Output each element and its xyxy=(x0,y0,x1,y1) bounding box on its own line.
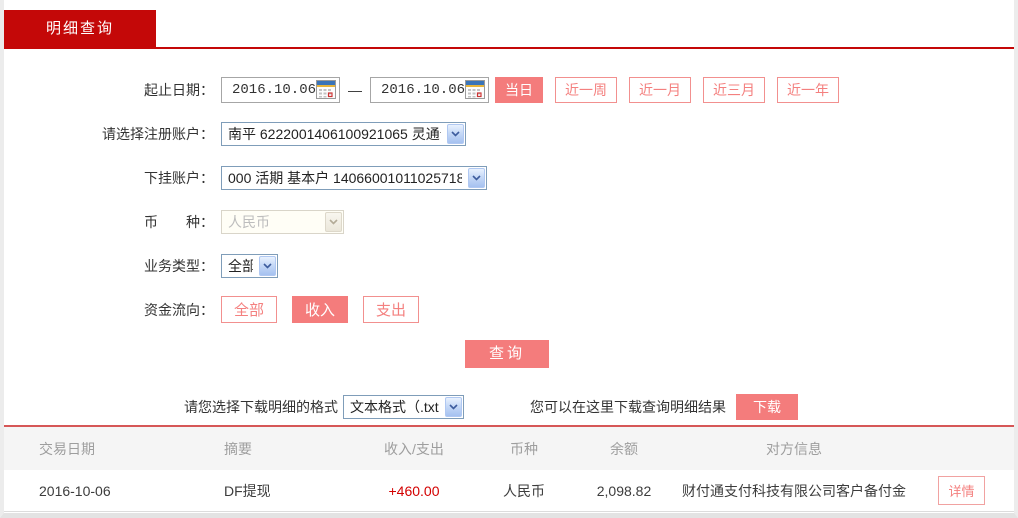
end-date-value: 2016.10.06 xyxy=(381,82,465,98)
sub-account-value: 000 活期 基本户 1406600101102571848 xyxy=(228,168,462,188)
query-form: 起止日期： 2016.10.06 — 2016.10.06 xyxy=(4,49,1014,420)
business-type-row: 业务类型： 全部 xyxy=(4,252,1014,279)
cell-currency: 人民币 xyxy=(479,481,569,501)
download-row: 请您选择下载明细的格式 文本格式（.txt） 您可以在这里下载查询明细结果 下载 xyxy=(4,394,1014,420)
quick-range-year-button[interactable]: 近一年 xyxy=(777,77,839,103)
header-summary: 摘要 xyxy=(189,439,349,459)
header-counterparty: 对方信息 xyxy=(679,439,909,459)
register-account-value: 南平 6222001406100921065 灵通卡 xyxy=(228,124,441,144)
sub-account-select[interactable]: 000 活期 基本户 1406600101102571848 xyxy=(221,166,487,190)
currency-label: 币 种： xyxy=(4,212,214,232)
quick-range-week-button[interactable]: 近一周 xyxy=(555,77,617,103)
start-date-value: 2016.10.06 xyxy=(232,82,316,98)
header-currency: 币种 xyxy=(479,439,569,459)
cell-date: 2016-10-06 xyxy=(4,483,189,499)
tab-bar: 明细查询 xyxy=(4,10,1014,47)
header-balance: 余额 xyxy=(569,439,679,459)
cell-action: 详情 xyxy=(909,476,1014,505)
currency-value: 人民币 xyxy=(228,212,319,232)
business-type-select[interactable]: 全部 xyxy=(221,254,278,278)
fund-flow-all-button[interactable]: 全部 xyxy=(221,296,277,323)
calendar-icon[interactable] xyxy=(316,80,336,99)
date-range-row: 起止日期： 2016.10.06 — 2016.10.06 xyxy=(4,76,1014,103)
chevron-down-icon[interactable] xyxy=(468,168,485,188)
header-amount: 收入/支出 xyxy=(349,439,479,459)
chevron-down-icon[interactable] xyxy=(447,124,464,144)
query-button[interactable]: 查询 xyxy=(465,340,549,368)
end-date-input[interactable]: 2016.10.06 xyxy=(370,77,489,103)
register-account-label: 请选择注册账户： xyxy=(4,124,214,144)
chevron-down-icon[interactable] xyxy=(445,397,462,417)
business-type-label: 业务类型： xyxy=(4,256,214,276)
date-range-label: 起止日期： xyxy=(4,80,214,100)
chevron-down-icon[interactable] xyxy=(259,256,276,276)
register-account-select[interactable]: 南平 6222001406100921065 灵通卡 xyxy=(221,122,466,146)
fund-flow-expense-button[interactable]: 支出 xyxy=(363,296,419,323)
register-account-row: 请选择注册账户： 南平 6222001406100921065 灵通卡 xyxy=(4,120,1014,147)
cell-balance: 2,098.82 xyxy=(569,483,679,499)
table-row: 2016-10-06 DF提现 +460.00 人民币 2,098.82 财付通… xyxy=(4,470,1014,512)
sub-account-label: 下挂账户： xyxy=(4,168,214,188)
fund-flow-row: 资金流向： 全部 收入 支出 xyxy=(4,296,1014,323)
tab-detail-query[interactable]: 明细查询 xyxy=(4,10,156,47)
start-date-input[interactable]: 2016.10.06 xyxy=(221,77,340,103)
date-range-separator: — xyxy=(348,82,362,98)
currency-row: 币 种： 人民币 xyxy=(4,208,1014,235)
business-type-value: 全部 xyxy=(228,256,253,276)
download-format-value: 文本格式（.txt） xyxy=(350,397,439,417)
quick-range-quarter-button[interactable]: 近三月 xyxy=(703,77,765,103)
cell-counterparty: 财付通支付科技有限公司客户备付金 xyxy=(679,481,909,501)
download-hint-text: 您可以在这里下载查询明细结果 xyxy=(530,397,726,417)
download-button[interactable]: 下载 xyxy=(736,394,798,420)
quick-range-month-button[interactable]: 近一月 xyxy=(629,77,691,103)
header-date: 交易日期 xyxy=(4,439,189,459)
fund-flow-label: 资金流向： xyxy=(4,300,214,320)
download-format-select[interactable]: 文本格式（.txt） xyxy=(343,395,464,419)
download-format-label: 请您选择下载明细的格式 xyxy=(184,397,338,417)
cell-summary: DF提现 xyxy=(189,481,349,501)
detail-button[interactable]: 详情 xyxy=(938,476,984,505)
calendar-icon[interactable] xyxy=(465,80,485,99)
chevron-down-icon xyxy=(325,212,342,232)
detail-query-page: 明细查询 起止日期： 2016.10.06 xyxy=(0,0,1018,518)
currency-select: 人民币 xyxy=(221,210,344,234)
cell-amount: +460.00 xyxy=(349,483,479,499)
quick-range-today-button[interactable]: 当日 xyxy=(495,77,543,103)
fund-flow-income-button[interactable]: 收入 xyxy=(292,296,348,323)
table-header-row: 交易日期 摘要 收入/支出 币种 余额 对方信息 xyxy=(4,427,1014,470)
sub-account-row: 下挂账户： 000 活期 基本户 1406600101102571848 xyxy=(4,164,1014,191)
